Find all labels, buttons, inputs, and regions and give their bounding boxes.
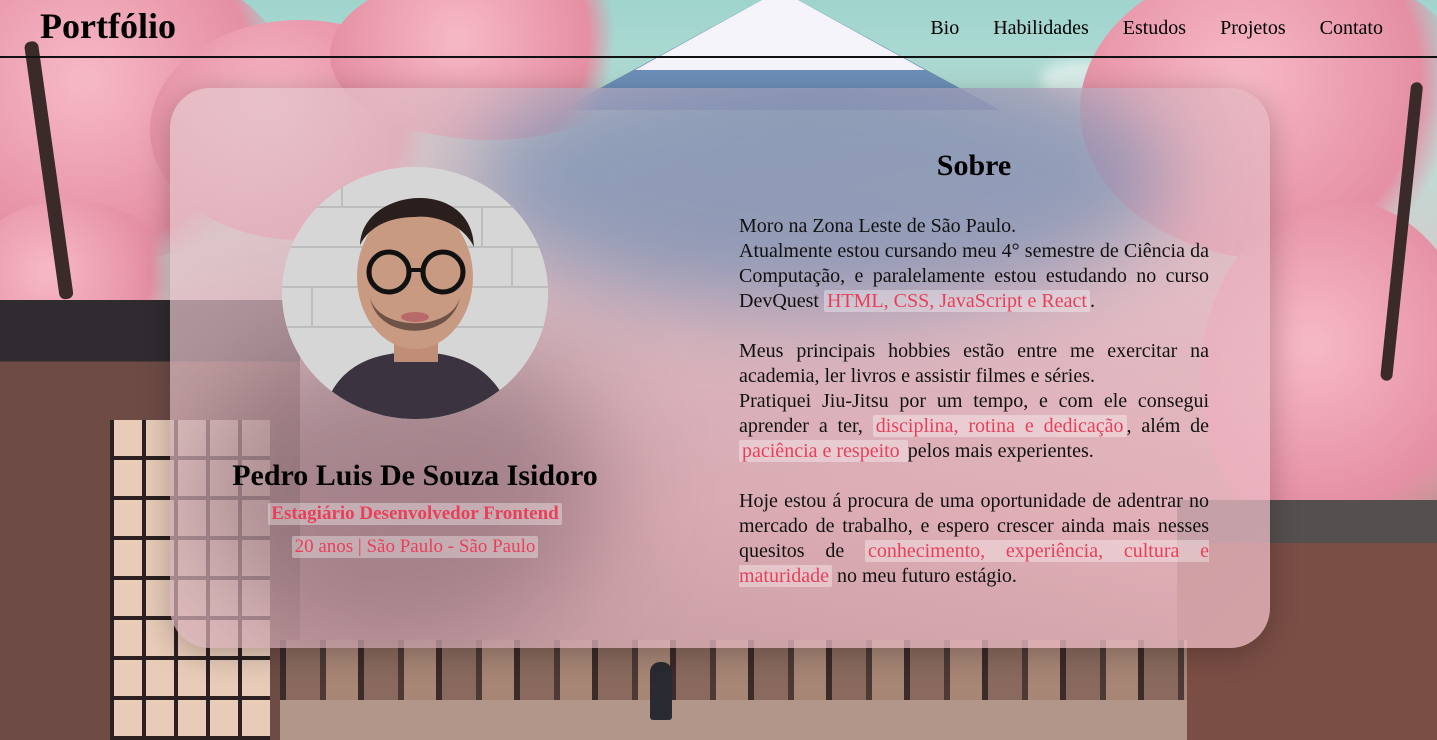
person-figure: [650, 662, 672, 720]
site-header: Portfólio Bio Habilidades Estudos Projet…: [0, 0, 1437, 58]
site-logo[interactable]: Portfólio: [40, 4, 176, 48]
nav-link-projetos[interactable]: Projetos: [1220, 14, 1286, 42]
highlight-tech: HTML, CSS, JavaScript e React: [823, 290, 1090, 312]
bio-card: Pedro Luis De Souza Isidoro Estagiário D…: [170, 88, 1270, 648]
highlight-respect: paciência e respeito: [739, 440, 908, 462]
main-nav: Bio Habilidades Estudos Projetos Contato: [930, 14, 1383, 42]
about-paragraph: Pratiquei Jiu-Jitsu por um tempo, e com …: [739, 390, 1210, 462]
profile-details: 20 anos | São Paulo - São Paulo: [291, 536, 539, 558]
profile-role: Estagiário Desenvolvedor Frontend: [268, 503, 562, 525]
nav-link-bio[interactable]: Bio: [930, 14, 959, 42]
profile-name: Pedro Luis De Souza Isidoro: [232, 459, 598, 492]
nav-link-contato[interactable]: Contato: [1320, 14, 1383, 42]
about-paragraph: Atualmente estou cursando meu 4° semestr…: [739, 240, 1209, 312]
about-section: Sobre Moro na Zona Leste de São Paulo. A…: [739, 148, 1209, 589]
nav-link-estudos[interactable]: Estudos: [1123, 14, 1186, 42]
about-paragraph: Hoje estou á procura de uma oportunidade…: [739, 490, 1209, 587]
about-paragraph: Meus principais hobbies estão entre me e…: [739, 340, 1209, 387]
nav-link-habilidades[interactable]: Habilidades: [993, 14, 1089, 42]
highlight-discipline: disciplina, rotina e dedicação: [872, 415, 1127, 437]
about-body: Moro na Zona Leste de São Paulo. Atualme…: [739, 214, 1209, 589]
street: [280, 640, 1187, 740]
about-title: Sobre: [936, 149, 1012, 182]
profile-section: Pedro Luis De Souza Isidoro Estagiário D…: [170, 88, 660, 648]
about-line: Moro na Zona Leste de São Paulo.: [739, 215, 1017, 237]
profile-photo: [282, 167, 548, 419]
